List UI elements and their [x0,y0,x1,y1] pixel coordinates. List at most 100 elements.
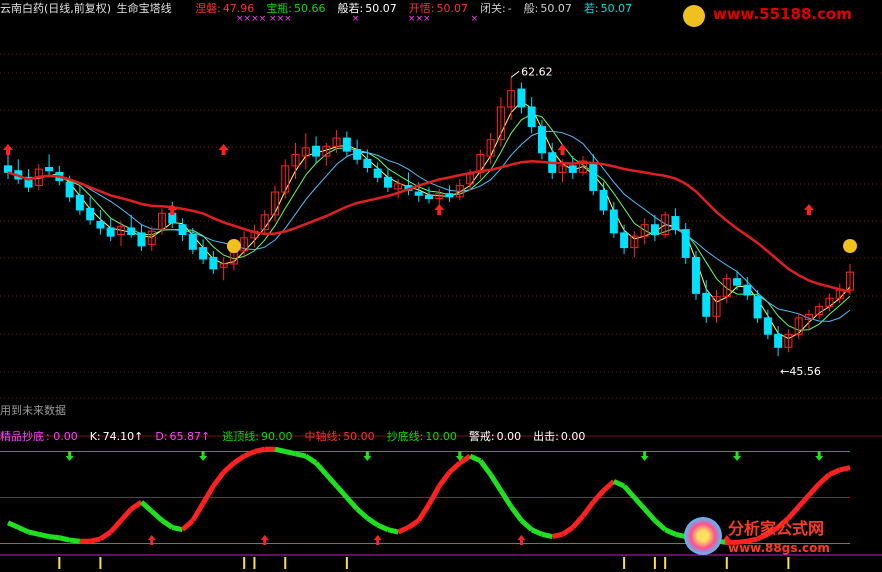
k-line-segment [221,461,236,475]
k-line-segment [119,507,134,523]
sub-header-label: 警戒: [468,430,495,443]
watermark-top-url: www.55188.com [712,5,852,23]
smiley-icon [226,239,241,253]
candle-body [691,256,700,294]
signal-bar [664,557,667,569]
k-line-segment [498,489,514,509]
k-line-segment [426,484,442,506]
k-line-segment [570,514,585,530]
candle-body [753,296,762,319]
smile-logo-icon [683,5,705,27]
k-line-segment [530,527,543,537]
down-arrow-icon [640,451,649,461]
k-line-segment [519,518,534,532]
sub-header-label: 出击: [533,430,559,443]
k-line-segment [27,529,40,537]
candle-body [127,227,136,236]
k-line-segment [200,484,216,505]
candle-body [702,292,711,317]
header-label: 般: [523,2,539,15]
k-line-segment [469,453,482,463]
signal-bar [58,557,61,569]
k-line-segment [17,525,30,535]
down-arrow-icon [815,451,824,461]
sub-chart-header: 精品抄底: 0.00 K: 74.10↑ D: 65.87↑ 逃顶线: 90.00 中轴线: 5… [0,428,599,444]
k-line-segment [99,529,113,541]
candle-body [414,191,423,196]
sub-header-item: 抄底线: 10.00 [387,430,459,443]
candle-body [106,227,115,237]
k-line-segment [211,470,226,488]
k-line-segment [551,531,564,540]
k-line-segment [129,500,143,512]
k-line-segment [69,537,81,544]
k-line-segment [365,516,380,528]
k-line-segment [581,500,596,518]
signal-bar [623,557,626,569]
candle-body [774,333,783,348]
chart-stage: 62.62 ←45.56 [0,0,882,569]
k-line-segment [828,467,841,477]
candle-body [65,181,74,198]
future-data-note: 用到未来数据 [0,404,66,417]
sub-header-value: 10.00 [425,430,457,443]
sub-header-label: 中轴线: [304,430,342,443]
header-value: 50.07 [600,2,633,15]
stock-title: 云南白药(日线,前复权) [0,2,112,15]
ma-slow-line [7,159,851,293]
sub-header-label: 逃顶线: [222,430,259,443]
sub-header-value: 65.87↑ [169,430,211,443]
candle-body [383,176,392,188]
k-line-segment [817,472,832,486]
sub-header-value: 90.00 [260,430,293,443]
candle-body [312,145,321,157]
candle-body [86,207,95,221]
header-item: 般: 50.07 [524,2,574,15]
sub-header-item: 出击: 0.00 [533,430,587,443]
candle-body [96,220,105,229]
k-line-segment [416,503,432,522]
candle-body [178,224,187,236]
candle-body [209,256,218,270]
k-line-segment [387,527,399,535]
k-line-segment [622,484,637,500]
sub-header-item: 中轴线: 50.00 [304,430,376,443]
candle-body [650,224,659,236]
candle-body [671,216,680,231]
candle-body [353,149,362,160]
sub-header-item: 警戒: 0.00 [469,430,523,443]
k-line-segment [839,465,851,473]
candle-body [609,209,618,234]
sub-header-label: 抄底线: [386,430,424,443]
candle-body [425,194,433,200]
k-line-segment [334,484,349,500]
k-line-segment [653,518,667,532]
sub-header-value: : 0.00 [46,430,78,443]
down-arrow-icon [65,451,74,461]
sub-header-value: 50.00 [343,430,375,443]
candle-body [620,232,629,249]
sub-header-item: 精品抄底: 0.00 [0,430,80,443]
k-line-segment [796,493,811,509]
indicator-title: 生命宝塔线 [116,2,172,15]
smiley-icon [843,239,857,253]
main-chart-svg[interactable]: 62.62 ←45.56 [0,0,882,569]
candle-body [342,137,351,152]
signal-bar [99,557,102,569]
candle-body [743,284,752,296]
k-line-segment [541,531,553,540]
candle-body [537,126,546,154]
k-line-segment [6,520,20,530]
k-line-segment [591,488,606,504]
sub-header-label: 精品抄底 [0,430,44,443]
candle-body [568,165,577,173]
candle-body [363,158,372,168]
k-line-segment [253,446,266,454]
sub-header-item: 逃顶线: 90.00 [222,430,294,443]
k-line-segment [139,500,154,514]
k-line-segment [437,470,452,488]
up-arrow-icon [218,144,229,155]
k-line-segment [274,446,286,454]
flower-logo-icon [684,517,722,555]
k-line-segment [488,473,503,492]
